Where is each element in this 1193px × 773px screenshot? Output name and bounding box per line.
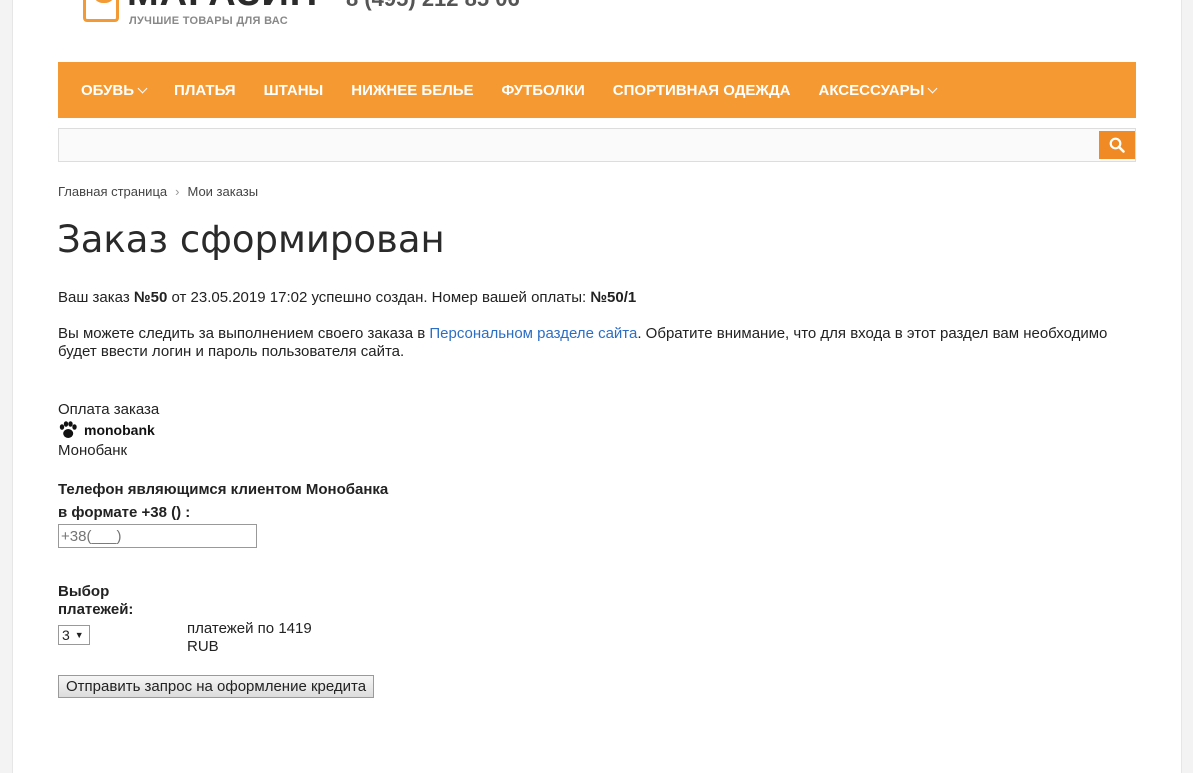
nav-item-6[interactable]: Аксессуары [818,81,938,99]
logo-title: МАГАЗИН [127,0,318,15]
phone-label-line1: Телефон являющимся клиентом Монобанка [58,481,389,498]
order-number: №50 [133,289,168,306]
info-text: Вы можете следить за выполнением своего … [58,325,430,342]
chevron-down-icon [137,83,148,93]
installments-value: 3 [62,627,70,643]
breadcrumb-home[interactable]: Главная страница [58,184,167,199]
page: МАГАЗИН ЛУЧШИЕ ТОВАРЫ ДЛЯ ВАС 8 (495) 21… [12,0,1182,773]
order-summary: Ваш заказ №50 от 23.05.2019 17:02 успешн… [58,289,636,306]
dropdown-arrow-icon: ▼ [74,630,84,640]
installments-label-line1: Выбор [58,583,110,600]
personal-section-link[interactable]: Персональном разделе сайта [429,325,637,342]
nav-item-label: Аксессуары [818,81,925,99]
monobank-logo: monobank [58,421,155,439]
nav-item-label: Штаны [263,81,324,99]
nav-item-label: Футболки [501,81,585,99]
nav-item-0[interactable]: Обувь [81,81,148,99]
breadcrumb: Главная страница › Мои заказы [58,184,258,199]
main-nav: Обувь Платья Штаны Нижнее белье Футболки Спор… [58,62,1136,118]
logo-subtitle: ЛУЧШИЕ ТОВАРЫ ДЛЯ ВАС [129,15,288,27]
submit-credit-request-button[interactable]: Отправить запрос на оформление кредита [58,675,375,698]
installments-select[interactable]: 3 ▼ [58,625,90,645]
nav-item-5[interactable]: Спортивная одежда [613,82,791,99]
payment-system-name: Монобанк [58,442,128,459]
chevron-right-icon: › [175,184,180,199]
order-prefix: Ваш заказ [58,289,134,306]
nav-item-label: Обувь [81,81,135,99]
site-logo[interactable]: МАГАЗИН ЛУЧШИЕ ТОВАРЫ ДЛЯ ВАС [75,0,318,34]
installments-note: платежей по 1419 RUB [187,620,312,655]
phone-label: Телефон являющимся клиентом Монобанка в ф… [58,478,388,524]
installments-label-line2: платежей: [58,601,134,618]
nav-item-3[interactable]: Нижнее белье [351,82,473,99]
breadcrumb-current: Мои заказы [187,184,259,199]
monobank-logo-text: monobank [84,422,155,438]
paw-icon [59,421,77,438]
header-phone[interactable]: 8 (495) 212 85 06 [346,0,520,12]
nav-item-4[interactable]: Футболки [502,82,585,99]
nav-item-2[interactable]: Штаны [264,82,324,99]
nav-item-label: Спортивная одежда [612,81,791,99]
page-title: Заказ сформирован [57,218,445,261]
nav-item-1[interactable]: Платья [174,82,236,99]
search-icon [1109,137,1125,153]
phone-label-line2: в формате +38 () : [58,504,191,521]
nav-item-label: Платья [174,81,236,99]
order-date-text: от 23.05.2019 17:02 успешно создан. Номе… [167,289,591,306]
nav-item-label: Нижнее белье [351,81,474,99]
payment-number: №50/1 [590,289,637,306]
chevron-down-icon [927,83,938,93]
search-button[interactable] [1099,131,1135,159]
shopping-bag-icon [83,0,119,22]
payment-caption: Оплата заказа [58,401,160,418]
installments-label: Выбор платежей: [58,583,133,619]
search-bar [58,128,1136,162]
search-input[interactable] [59,129,1097,161]
phone-input[interactable] [58,524,257,548]
order-info: Вы можете следить за выполнением своего … [58,325,1118,361]
